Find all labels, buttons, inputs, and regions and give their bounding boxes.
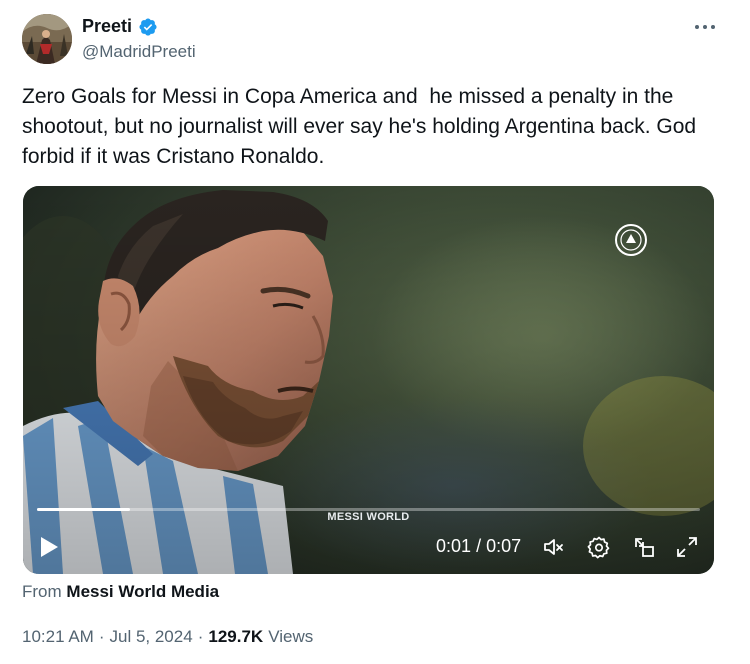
views-count: 129.7K bbox=[208, 627, 264, 646]
video-time: 0:01 / 0:07 bbox=[436, 536, 521, 557]
fullscreen-icon bbox=[677, 537, 697, 557]
meta-dot: · bbox=[98, 627, 105, 646]
play-icon bbox=[41, 537, 58, 557]
watermark-logo-icon bbox=[614, 223, 648, 257]
gear-icon bbox=[587, 536, 610, 559]
picture-in-picture-button[interactable] bbox=[632, 535, 656, 559]
video-source: From Messi World Media bbox=[22, 582, 219, 602]
tweet-card: Preeti @MadridPreeti Zero Goals for Mess… bbox=[0, 0, 750, 664]
avatar-image bbox=[22, 14, 72, 64]
tweet-time[interactable]: 10:21 AM bbox=[22, 627, 94, 647]
views-label: Views bbox=[268, 627, 314, 646]
more-options-icon[interactable] bbox=[692, 18, 718, 36]
author-handle[interactable]: @MadridPreeti bbox=[82, 42, 196, 62]
video-current-time: 0:01 bbox=[436, 536, 472, 556]
video-player[interactable]: MESSI WORLD 0:01 / 0:07 bbox=[23, 186, 714, 574]
verified-badge-icon[interactable] bbox=[138, 17, 158, 37]
mute-button[interactable] bbox=[542, 535, 566, 559]
tweet-meta: 10:21 AM · Jul 5, 2024 · 129.7K Views bbox=[22, 627, 313, 647]
meta-dot: · bbox=[197, 627, 204, 646]
settings-button[interactable] bbox=[587, 535, 611, 559]
tweet-date[interactable]: Jul 5, 2024 bbox=[110, 627, 193, 647]
mute-icon bbox=[544, 539, 563, 555]
video-caption: MESSI WORLD bbox=[327, 511, 410, 523]
play-button[interactable] bbox=[37, 535, 61, 559]
avatar[interactable] bbox=[22, 14, 72, 64]
author-display-name[interactable]: Preeti bbox=[82, 16, 132, 37]
source-prefix: From bbox=[22, 582, 62, 601]
video-duration: 0:07 bbox=[486, 536, 522, 556]
tweet-text: Zero Goals for Messi in Copa America and… bbox=[22, 85, 702, 168]
fullscreen-button[interactable] bbox=[675, 535, 699, 559]
source-name-link[interactable]: Messi World Media bbox=[66, 582, 219, 601]
picture-in-picture-icon bbox=[635, 538, 654, 557]
author-name-row: Preeti bbox=[82, 16, 158, 37]
video-time-separator: / bbox=[476, 536, 482, 556]
